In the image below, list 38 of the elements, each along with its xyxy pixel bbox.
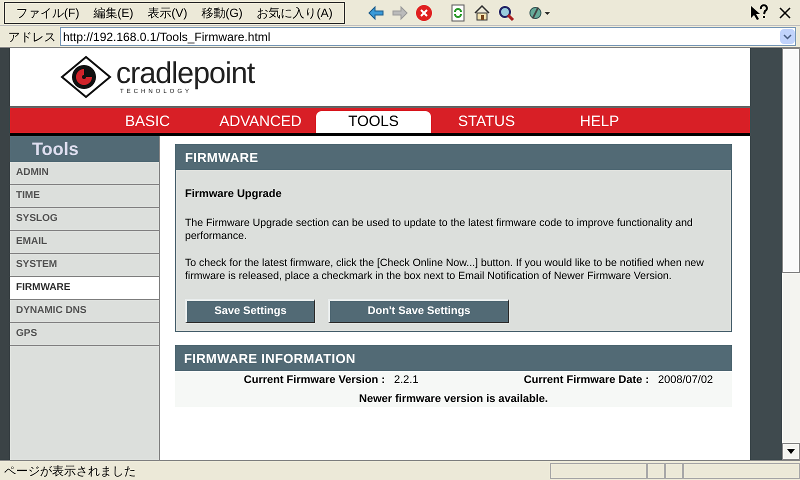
description-text: To check for the latest firmware, click the [Check Online Now...] button. If you would like to be notified when new firmware is released, place a checkmark in the box next to Email Notification of Newer Firmware Version. (184, 256, 705, 282)
sidebar-item[interactable]: GPS (10, 323, 159, 346)
sidebar-item[interactable]: ADMIN (10, 162, 159, 185)
dropdown-arrow-icon[interactable] (780, 29, 795, 44)
menu-item[interactable]: 表示(V) (140, 4, 194, 22)
sidebar-item[interactable]: TIME (10, 185, 159, 208)
nav-tab[interactable]: ADVANCED (203, 111, 318, 133)
panel-title: FIRMWARE INFORMATION (175, 346, 732, 370)
address-label: アドレス (7, 28, 56, 46)
section-heading: Firmware Upgrade (184, 187, 283, 202)
logo-wordmark: cradlepoint (116, 59, 255, 89)
address-field[interactable]: http://192.168.0.1/Tools_Firmware.html (60, 27, 796, 46)
sidebar-item[interactable]: SYSLOG (10, 208, 159, 231)
nav-tab[interactable]: TOOLS (316, 111, 431, 133)
action-button[interactable]: Save Settings (185, 298, 315, 322)
logo-icon (60, 55, 112, 99)
nav-tab[interactable]: HELP (542, 111, 657, 133)
nav-tab[interactable]: STATUS (429, 111, 544, 133)
menu-item[interactable]: 移動(G) (194, 4, 250, 22)
field-label: Current Firmware Version : (242, 373, 385, 388)
nav-tab[interactable]: BASIC (90, 111, 205, 133)
sidebar-item[interactable]: DYNAMIC DNS (10, 300, 159, 323)
menu-item[interactable]: お気に入り(A) (250, 4, 340, 22)
sidebar-item[interactable]: FIRMWARE (10, 277, 159, 300)
panel-title: FIRMWARE (176, 145, 731, 170)
update-notice: Newer firmware version is available. (358, 392, 549, 406)
field-value: 2.2.1 (394, 373, 420, 388)
scrollbar[interactable] (782, 48, 800, 460)
menu-item[interactable]: 編集(E) (86, 4, 140, 22)
field-value: 2008/07/02 (658, 373, 714, 388)
sidebar-item[interactable]: EMAIL (10, 231, 159, 254)
status-text: ページが表示されました (3, 462, 137, 480)
menu-item[interactable]: ファイル(F) (9, 4, 86, 22)
description-text: The Firmware Upgrade section can be used to update to the latest firmware code to improve functionality and performance. (184, 216, 694, 242)
scroll-down-icon[interactable] (787, 449, 795, 454)
action-button[interactable]: Don't Save Settings (328, 298, 509, 322)
sidebar-title: Tools (10, 136, 159, 162)
field-label: Current Firmware Date : (522, 373, 649, 388)
